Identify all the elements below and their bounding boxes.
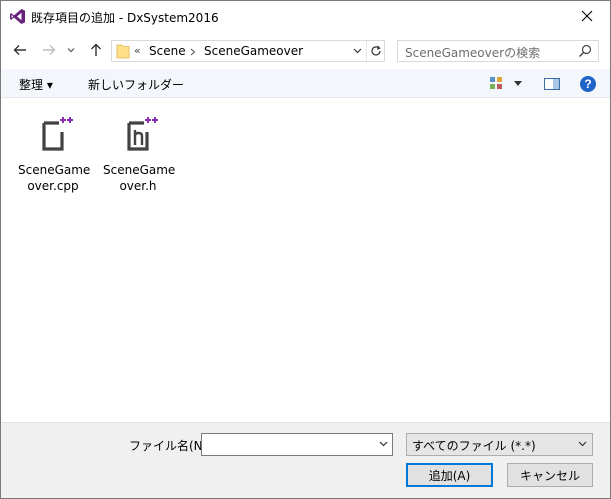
chevron-down-icon <box>514 81 522 86</box>
breadcrumb-separator-icon <box>190 48 196 56</box>
new-folder-button[interactable]: 新しいフォルダー <box>88 76 184 93</box>
view-options-icon <box>490 77 502 89</box>
cpp-file-icon <box>42 117 73 151</box>
file-name-line2: over.cpp <box>27 179 79 193</box>
title-bar: 既存項目の追加 - DxSystem2016 <box>1 1 610 31</box>
cancel-button[interactable]: キャンセル <box>507 463 593 487</box>
search-input[interactable]: SceneGameoverの検索 <box>397 40 599 62</box>
organize-menu-button[interactable]: 整理 ▾ <box>19 76 53 93</box>
search-placeholder: SceneGameoverの検索 <box>405 46 541 60</box>
filename-combobox[interactable] <box>201 433 393 456</box>
visual-studio-icon <box>10 9 25 24</box>
close-icon <box>581 10 593 22</box>
preview-pane-icon[interactable] <box>543 75 561 93</box>
chevron-down-icon <box>353 48 361 54</box>
add-button[interactable]: 追加(A) <box>406 463 493 487</box>
forward-button[interactable] <box>39 40 59 60</box>
breadcrumb-overflow[interactable]: « <box>134 44 141 57</box>
file-type-dropdown-button[interactable] <box>575 437 589 451</box>
dialog-footer: ファイル名(N): すべてのファイル (*.*) 追加(A) キャンセル <box>1 422 610 498</box>
back-button[interactable] <box>10 40 30 60</box>
up-button[interactable] <box>86 40 106 60</box>
file-name-line2: over.h <box>119 179 157 193</box>
chevron-down-icon <box>578 441 586 447</box>
change-view-button[interactable] <box>489 75 525 93</box>
file-list: SceneGame over.cpp SceneGame over.h <box>1 98 610 422</box>
file-item-scenegameover-cpp[interactable]: SceneGame over.cpp <box>18 108 91 194</box>
folder-icon <box>116 44 130 59</box>
navigation-bar: « Scene SceneGameover SceneGameoverの検索 <box>1 31 610 69</box>
refresh-icon <box>370 45 381 56</box>
back-arrow-icon <box>13 45 26 55</box>
svg-text:?: ? <box>584 77 591 91</box>
help-icon[interactable]: ? <box>579 75 597 93</box>
header-file-icon <box>127 117 158 151</box>
address-history-dropdown[interactable] <box>348 41 366 61</box>
search-icon <box>579 44 592 57</box>
command-bar: 整理 ▾ 新しいフォルダー ? <box>1 69 610 98</box>
filename-dropdown-button[interactable] <box>376 437 390 451</box>
file-name-line1: SceneGame <box>18 163 91 177</box>
address-bar[interactable]: « Scene SceneGameover <box>111 40 385 62</box>
window-title: 既存項目の追加 - DxSystem2016 <box>31 11 219 25</box>
chevron-down-icon <box>379 441 387 447</box>
refresh-button[interactable] <box>366 41 384 61</box>
up-arrow-icon <box>91 43 101 56</box>
recent-locations-button[interactable] <box>64 40 78 60</box>
breadcrumb-item-scenegameover[interactable]: SceneGameover <box>204 44 303 58</box>
file-name-line1: SceneGame <box>103 163 176 177</box>
breadcrumb-item-scene[interactable]: Scene <box>149 44 186 58</box>
file-item-scenegameover-h[interactable]: SceneGame over.h <box>103 108 176 194</box>
forward-arrow-icon <box>43 45 56 55</box>
chevron-down-icon <box>67 48 75 53</box>
close-button[interactable] <box>564 1 610 31</box>
filename-label: ファイル名(N): <box>129 439 212 453</box>
add-existing-item-dialog: 既存項目の追加 - DxSystem2016 « Scene SceneGame… <box>0 0 611 499</box>
file-type-select[interactable]: すべてのファイル (*.*) <box>406 433 593 456</box>
file-type-value: すべてのファイル (*.*) <box>412 439 536 453</box>
